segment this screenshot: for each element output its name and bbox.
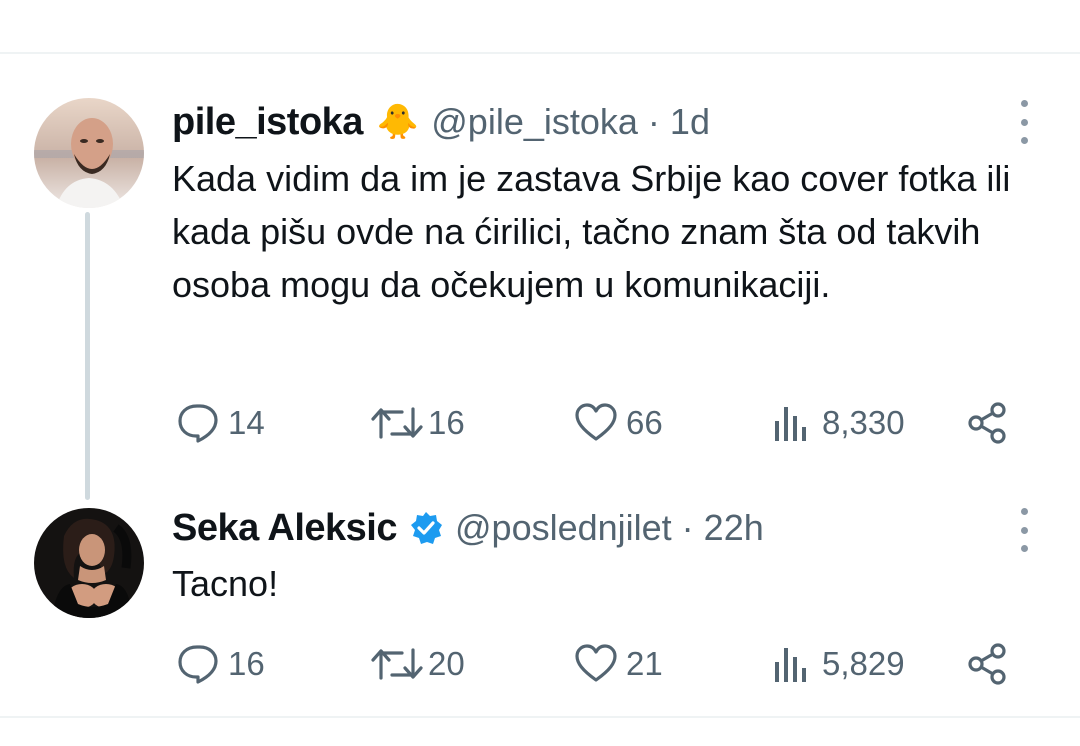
views-count: 8,330 (822, 404, 905, 441)
tweet-2-text: Tacno! (172, 563, 279, 604)
chick-emoji: 🐥 (376, 103, 420, 141)
separator-dot: · (647, 101, 660, 142)
reply-button[interactable]: 16 (176, 644, 265, 684)
user-handle[interactable]: @pile_istoka (431, 101, 638, 143)
timestamp[interactable]: 22h (704, 507, 764, 549)
views-icon (772, 403, 812, 443)
repost-count: 20 (428, 645, 465, 682)
avatar-seka-aleksic[interactable] (34, 508, 144, 618)
tweet-1-header: pile_istoka 🐥 @pile_istoka · 1d (172, 98, 710, 146)
repost-button[interactable]: 20 (370, 644, 465, 684)
display-name[interactable]: Seka Aleksic (172, 507, 398, 550)
timestamp[interactable]: 1d (670, 101, 710, 143)
more-options-icon[interactable] (1012, 508, 1036, 552)
tweet-1-text: Kada vidim da im je zastava Srbije kao c… (172, 158, 1011, 305)
like-count: 66 (626, 404, 663, 441)
reply-count: 14 (228, 404, 265, 441)
views-button[interactable]: 5,829 (772, 644, 905, 684)
views-button[interactable]: 8,330 (772, 403, 905, 443)
like-button[interactable]: 66 (574, 403, 663, 443)
views-icon (772, 644, 812, 684)
repost-button[interactable]: 16 (370, 403, 465, 443)
reply-button[interactable]: 14 (176, 403, 265, 443)
repost-icon (370, 403, 424, 443)
like-button[interactable]: 21 (574, 644, 663, 684)
bottom-divider (0, 716, 1080, 718)
repost-count: 16 (428, 404, 465, 441)
reply-icon (176, 644, 220, 684)
share-icon[interactable] (966, 401, 1010, 450)
share-icon[interactable] (966, 642, 1010, 691)
avatar-pile-istoka[interactable] (34, 98, 144, 208)
views-count: 5,829 (822, 645, 905, 682)
repost-icon (370, 644, 424, 684)
verified-badge-icon[interactable] (409, 511, 443, 545)
separator-dot: · (681, 507, 694, 548)
like-count: 21 (626, 645, 663, 682)
display-name[interactable]: pile_istoka (172, 101, 363, 144)
tweet-2-header: Seka Aleksic @poslednjilet · 22h (172, 504, 764, 552)
heart-icon (574, 403, 618, 443)
reply-icon (176, 403, 220, 443)
top-divider (0, 52, 1080, 54)
heart-icon (574, 644, 618, 684)
user-handle[interactable]: @poslednjilet (455, 507, 672, 549)
thread-connector-line (85, 212, 90, 500)
reply-count: 16 (228, 645, 265, 682)
more-options-icon[interactable] (1012, 100, 1036, 144)
